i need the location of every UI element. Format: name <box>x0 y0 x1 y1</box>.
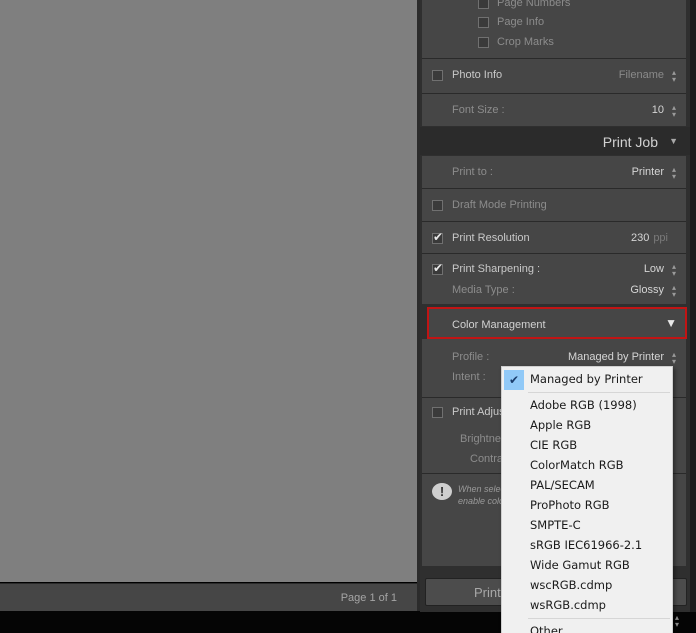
warning-speech-bubble-icon: ! <box>432 483 452 500</box>
print-to-label: Print to : <box>452 166 493 178</box>
crop-marks-label: Crop Marks <box>497 36 554 48</box>
print-sharpening-checkbox[interactable] <box>432 261 443 275</box>
menu-item-wide-gamut-rgb[interactable]: Wide Gamut RGB <box>502 555 674 575</box>
preview-toolbar: Page 1 of 1 <box>0 583 417 611</box>
media-type-select[interactable]: Glossy <box>630 284 664 296</box>
stepper-icon[interactable]: ▴ ▾ <box>672 69 676 84</box>
print-resolution-value[interactable]: 230 ppi <box>631 232 668 244</box>
font-size-label: Font Size : <box>452 104 505 116</box>
print-to-select[interactable]: Printer <box>632 166 664 178</box>
page-numbers-checkbox[interactable] <box>478 0 489 9</box>
menu-item-pal-secam[interactable]: PAL/SECAM <box>502 475 674 495</box>
menu-separator <box>528 392 670 393</box>
menu-item-label: CIE RGB <box>530 438 578 452</box>
page-info-row[interactable]: Page Info <box>422 13 686 33</box>
font-size-row[interactable]: Font Size : 10 ▴ ▾ <box>422 101 686 121</box>
menu-item-wsrgb[interactable]: wsRGB.cdmp <box>502 595 674 615</box>
menu-item-label: ColorMatch RGB <box>530 458 624 472</box>
menu-item-wscrgb[interactable]: wscRGB.cdmp <box>502 575 674 595</box>
print-sharpening-section: Print Sharpening : Low ▴▾ Media Type : G… <box>422 254 686 304</box>
menu-item-label: Apple RGB <box>530 418 592 432</box>
expand-triangle-icon[interactable]: ▼ <box>665 316 677 330</box>
photo-info-checkbox[interactable] <box>432 70 443 81</box>
resolution-number[interactable]: 230 <box>631 232 649 244</box>
print-resolution-checkbox[interactable] <box>432 230 443 244</box>
menu-item-label: Managed by Printer <box>530 372 643 386</box>
print-to-row[interactable]: Print to : Printer ▴ ▾ <box>422 163 686 183</box>
font-size-select[interactable]: 10 <box>652 104 664 116</box>
print-preview-canvas <box>0 0 417 582</box>
menu-item-other[interactable]: Other <box>502 621 674 633</box>
draft-mode-checkbox[interactable] <box>432 200 443 211</box>
panel-scrollbar[interactable] <box>690 0 696 612</box>
color-management-label: Color Management <box>452 319 546 331</box>
menu-item-label: sRGB IEC61966-2.1 <box>530 538 643 552</box>
menu-item-managed-by-printer[interactable]: ✔ Managed by Printer <box>502 369 674 390</box>
print-sharpening-label: Print Sharpening : <box>452 263 541 275</box>
media-type-row[interactable]: Media Type : Glossy ▴ ▾ <box>422 281 686 301</box>
menu-item-apple-rgb[interactable]: Apple RGB <box>502 415 674 435</box>
photo-info-section: Photo Info Filename ▴ ▾ <box>422 59 686 93</box>
print-to-section: Print to : Printer ▴ ▾ <box>422 156 686 188</box>
color-management-header[interactable]: Color Management ▼ <box>427 307 687 339</box>
profile-label: Profile : <box>452 351 490 363</box>
print-resolution-label: Print Resolution <box>452 232 530 244</box>
page-info-label: Page Info <box>497 16 545 28</box>
page-options-section: Page Numbers Page Info Crop Marks <box>422 0 686 58</box>
menu-item-label: wscRGB.cdmp <box>530 578 613 592</box>
profile-row[interactable]: Profile : Managed by Printer ▴ ▾ <box>422 348 686 368</box>
menu-separator <box>528 618 670 619</box>
page-numbers-label: Page Numbers <box>497 0 571 9</box>
menu-item-label: PAL/SECAM <box>530 478 595 492</box>
stepper-icon[interactable]: ▴ ▾ <box>672 284 676 299</box>
profile-dropdown-menu: ✔ Managed by Printer Adobe RGB (1998) Ap… <box>501 366 673 633</box>
print-job-title: Print Job <box>602 134 658 150</box>
menu-item-adobe-rgb[interactable]: Adobe RGB (1998) <box>502 395 674 415</box>
menu-item-label: Wide Gamut RGB <box>530 558 630 572</box>
stepper-icon[interactable]: ▴ ▾ <box>672 351 676 366</box>
print-adjustment-checkbox[interactable] <box>432 407 443 418</box>
print-resolution-section: Print Resolution 230 ppi <box>422 222 686 253</box>
font-size-section: Font Size : 10 ▴ ▾ <box>422 94 686 126</box>
menu-item-label: SMPTE-C <box>530 518 581 532</box>
draft-mode-label: Draft Mode Printing <box>452 199 547 211</box>
print-sharpening-select[interactable]: Low <box>644 263 664 275</box>
photo-info-select[interactable]: Filename <box>619 69 664 81</box>
photo-info-row[interactable]: Photo Info Filename ▴ ▾ <box>422 66 686 86</box>
print-sharpening-row[interactable]: Print Sharpening : Low ▴▾ <box>422 260 686 280</box>
profile-select[interactable]: Managed by Printer <box>568 351 664 363</box>
stepper-icon[interactable]: ▴ ▾ <box>672 263 676 278</box>
media-type-label: Media Type : <box>452 284 515 296</box>
stepper-icon[interactable]: ▴ ▾ <box>672 104 676 119</box>
menu-item-prophoto-rgb[interactable]: ProPhoto RGB <box>502 495 674 515</box>
menu-item-label: Adobe RGB (1998) <box>530 398 637 412</box>
menu-item-srgb[interactable]: sRGB IEC61966-2.1 <box>502 535 674 555</box>
stepper-icon[interactable]: ▴ ▾ <box>672 166 676 181</box>
menu-item-smpte-c[interactable]: SMPTE-C <box>502 515 674 535</box>
page-indicator: Page 1 of 1 <box>340 592 397 604</box>
checkmark-icon: ✔ <box>504 370 524 390</box>
collapse-triangle-icon[interactable]: ▼ <box>669 136 678 146</box>
menu-item-colormatch-rgb[interactable]: ColorMatch RGB <box>502 455 674 475</box>
contrast-label: Contra <box>470 453 504 465</box>
photo-info-label: Photo Info <box>452 69 503 81</box>
stepper-icon[interactable]: ▴ ▾ <box>675 614 679 629</box>
page-info-checkbox[interactable] <box>478 17 489 28</box>
resolution-unit: ppi <box>653 232 668 244</box>
print-adjustment-label: Print Adjus <box>452 406 505 418</box>
crop-marks-checkbox[interactable] <box>478 37 489 48</box>
menu-item-label: wsRGB.cdmp <box>530 598 606 612</box>
crop-marks-row[interactable]: Crop Marks <box>422 33 686 53</box>
draft-mode-row[interactable]: Draft Mode Printing <box>422 196 686 216</box>
print-resolution-row[interactable]: Print Resolution 230 ppi <box>422 229 686 249</box>
page-numbers-row[interactable]: Page Numbers <box>422 0 686 14</box>
brightness-label: Brightnes <box>460 433 507 445</box>
menu-item-label: ProPhoto RGB <box>530 498 610 512</box>
menu-item-label: Other <box>530 624 563 633</box>
menu-item-cie-rgb[interactable]: CIE RGB <box>502 435 674 455</box>
print-job-header[interactable]: Print Job ▼ <box>420 127 690 155</box>
draft-mode-section: Draft Mode Printing <box>422 189 686 221</box>
print-button-label: Print <box>474 585 501 600</box>
intent-label: Intent : <box>452 371 486 383</box>
